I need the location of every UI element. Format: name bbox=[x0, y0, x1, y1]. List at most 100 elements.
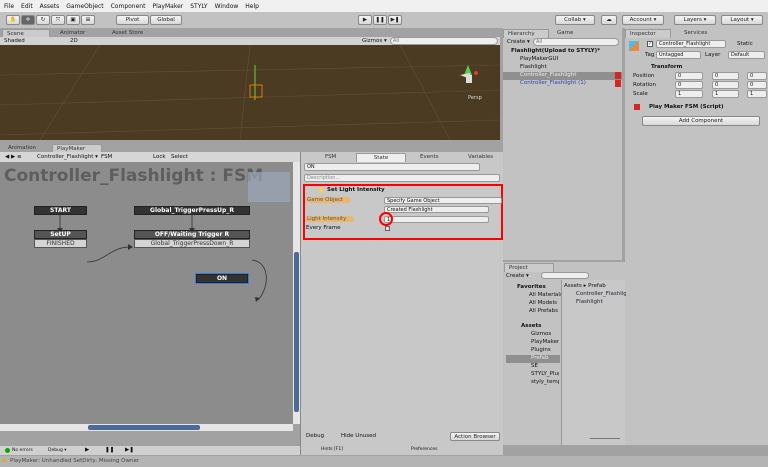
select-button[interactable]: Select bbox=[171, 154, 188, 160]
game-object-dropdown[interactable]: Specify Game Object bbox=[384, 197, 502, 204]
hide-unused-checkbox[interactable]: Hide Unused bbox=[341, 433, 376, 439]
scale-y[interactable]: 1 bbox=[712, 90, 739, 98]
tab-project[interactable]: Project bbox=[504, 263, 554, 272]
error-status[interactable]: No errors bbox=[12, 448, 33, 453]
debug-dropdown[interactable]: Debug ▾ bbox=[48, 448, 67, 453]
position-z[interactable]: 0 bbox=[747, 72, 767, 80]
cloud-button[interactable]: ☁ bbox=[601, 15, 617, 25]
game-object-target-field[interactable]: Created Flashlight bbox=[384, 206, 489, 213]
rect-tool-button[interactable]: ▣ bbox=[66, 15, 80, 25]
folder-item[interactable]: SE bbox=[531, 363, 538, 369]
transform-tool-button[interactable]: ⊞ bbox=[81, 15, 95, 25]
folder-item-selected[interactable]: Prefab bbox=[531, 355, 549, 361]
menu-gameobject[interactable]: GameObject bbox=[66, 3, 103, 10]
playmaker-fsm-component-header[interactable]: Play Maker FSM (Script) bbox=[649, 104, 724, 110]
hierarchy-create-button[interactable]: Create ▾ bbox=[507, 39, 530, 45]
folder-item[interactable]: PlayMaker bbox=[531, 339, 559, 345]
folder-item[interactable]: Plugins bbox=[531, 347, 551, 353]
favorite-item[interactable]: All Prefabs bbox=[529, 308, 561, 314]
2d-toggle[interactable]: 2D bbox=[70, 38, 78, 44]
fsm-object-dropdown[interactable]: Controller_Flashlight ▾ bbox=[37, 154, 98, 160]
hierarchy-item[interactable]: Controller_Flashlight (1) bbox=[520, 80, 586, 86]
layers-button[interactable]: Layers ▾ bbox=[674, 15, 716, 25]
menu-component[interactable]: Component bbox=[111, 3, 146, 10]
prefab-file[interactable]: Controller_Flashlight bbox=[576, 291, 626, 297]
folder-item[interactable]: Gizmos bbox=[531, 331, 551, 337]
favorite-item[interactable]: All Models bbox=[529, 300, 561, 306]
static-checkbox[interactable]: Static bbox=[737, 41, 753, 47]
fsm-node-start[interactable]: START bbox=[34, 206, 87, 215]
state-description-input[interactable]: Description... bbox=[304, 174, 500, 182]
collab-button[interactable]: Collab ▾ bbox=[555, 15, 595, 25]
tab-inspector[interactable]: Inspector bbox=[625, 29, 671, 38]
rotation-x[interactable]: 0 bbox=[675, 81, 703, 89]
menu-styly[interactable]: STYLY bbox=[190, 3, 207, 10]
hand-tool-button[interactable]: ✋ bbox=[6, 15, 20, 25]
graph-horizontal-scrollbar[interactable] bbox=[0, 424, 293, 431]
tag-dropdown[interactable]: Untagged bbox=[656, 51, 701, 59]
pause-button[interactable]: ❚❚ bbox=[373, 15, 387, 25]
scene-view[interactable]: Persp bbox=[0, 45, 500, 140]
hierarchy-item[interactable]: PlayMakerGUI bbox=[520, 56, 558, 62]
hierarchy-scene-root[interactable]: Flashlight(Upload to STYLY)* bbox=[511, 48, 600, 54]
position-x[interactable]: 0 bbox=[675, 72, 703, 80]
layout-button[interactable]: Layout ▾ bbox=[721, 15, 763, 25]
action-title[interactable]: Set Light Intensity bbox=[327, 187, 385, 193]
hierarchy-search-input[interactable]: All bbox=[533, 38, 619, 46]
play-button[interactable]: ▶ bbox=[358, 15, 372, 25]
transform-header[interactable]: Transform bbox=[651, 64, 682, 70]
tab-variables[interactable]: Variables bbox=[464, 153, 497, 161]
menu-assets[interactable]: Assets bbox=[40, 3, 60, 10]
tab-services[interactable]: Services bbox=[680, 29, 711, 37]
scene-search-input[interactable]: All bbox=[390, 37, 498, 45]
action-browser-button[interactable]: Action Browser bbox=[450, 432, 500, 441]
tab-state[interactable]: State bbox=[356, 153, 406, 162]
debug-checkbox[interactable]: Debug bbox=[306, 433, 324, 439]
scale-z[interactable]: 1 bbox=[747, 90, 767, 98]
state-name-input[interactable]: ON bbox=[304, 163, 480, 171]
fsm-step-button[interactable]: ▶❚ bbox=[125, 447, 134, 453]
tab-animator[interactable]: Animator bbox=[56, 29, 89, 37]
account-button[interactable]: Account ▾ bbox=[622, 15, 664, 25]
event-trigger-press-down[interactable]: Global_TriggerPressDown_R bbox=[134, 239, 250, 248]
tab-hierarchy[interactable]: Hierarchy bbox=[503, 29, 549, 38]
hints-button[interactable]: Hints [F1] bbox=[321, 447, 343, 452]
fsm-node-global-event[interactable]: Global_TriggerPressUp_R bbox=[134, 206, 250, 215]
scale-tool-button[interactable]: ⤧ bbox=[51, 15, 65, 25]
folder-item[interactable]: styly_temp bbox=[531, 379, 559, 385]
add-component-button[interactable]: Add Component bbox=[642, 116, 760, 126]
every-frame-checkbox[interactable] bbox=[385, 226, 390, 231]
favorite-item[interactable]: All Materials bbox=[529, 292, 561, 298]
project-breadcrumb[interactable]: Assets ▸ Prefab bbox=[564, 283, 606, 289]
nav-back-button[interactable]: ◀ ▶ ≡ bbox=[5, 154, 22, 160]
assets-folder[interactable]: Assets bbox=[521, 323, 541, 329]
pivot-button[interactable]: Pivot bbox=[116, 15, 149, 25]
hierarchy-item-selected[interactable]: Controller_Flashlight bbox=[520, 72, 576, 78]
light-intensity-input[interactable]: 1 bbox=[384, 216, 489, 223]
tab-game[interactable]: Game bbox=[553, 29, 577, 37]
gizmos-dropdown[interactable]: Gizmos ▾ bbox=[362, 38, 387, 44]
fsm-dropdown[interactable]: FSM bbox=[101, 154, 112, 160]
active-checkbox[interactable]: ✓ bbox=[647, 41, 653, 47]
fsm-state-off[interactable]: OFF/Waiting Trigger R Global_TriggerPress… bbox=[134, 230, 250, 248]
global-button[interactable]: Global bbox=[150, 15, 182, 25]
object-name-input[interactable]: Controller_Flashlight bbox=[656, 40, 726, 48]
prefab-file[interactable]: Flashlight bbox=[576, 299, 603, 305]
move-tool-button[interactable]: ✛ bbox=[21, 15, 35, 25]
tab-asset-store[interactable]: Asset Store bbox=[108, 29, 147, 37]
rotation-z[interactable]: 0 bbox=[747, 81, 767, 89]
fsm-state-setup[interactable]: SetUP FINISHED bbox=[34, 230, 87, 248]
scale-x[interactable]: 1 bbox=[675, 90, 703, 98]
menu-window[interactable]: Window bbox=[215, 3, 239, 10]
rotate-tool-button[interactable]: ↻ bbox=[36, 15, 50, 25]
status-message[interactable]: PlayMaker: Unhandled SetDirty: Missing O… bbox=[10, 458, 139, 464]
menu-edit[interactable]: Edit bbox=[21, 3, 33, 10]
position-y[interactable]: 0 bbox=[712, 72, 739, 80]
menu-help[interactable]: Help bbox=[245, 3, 259, 10]
fsm-graph-canvas[interactable]: Controller_Flashlight : FSM START Global… bbox=[0, 162, 293, 424]
shading-dropdown[interactable]: Shaded bbox=[4, 38, 25, 44]
hierarchy-item[interactable]: Flashlight bbox=[520, 64, 547, 70]
tab-fsm[interactable]: FSM bbox=[321, 153, 340, 161]
event-finished[interactable]: FINISHED bbox=[34, 239, 87, 248]
fsm-state-on-selected[interactable]: ON bbox=[195, 273, 249, 284]
